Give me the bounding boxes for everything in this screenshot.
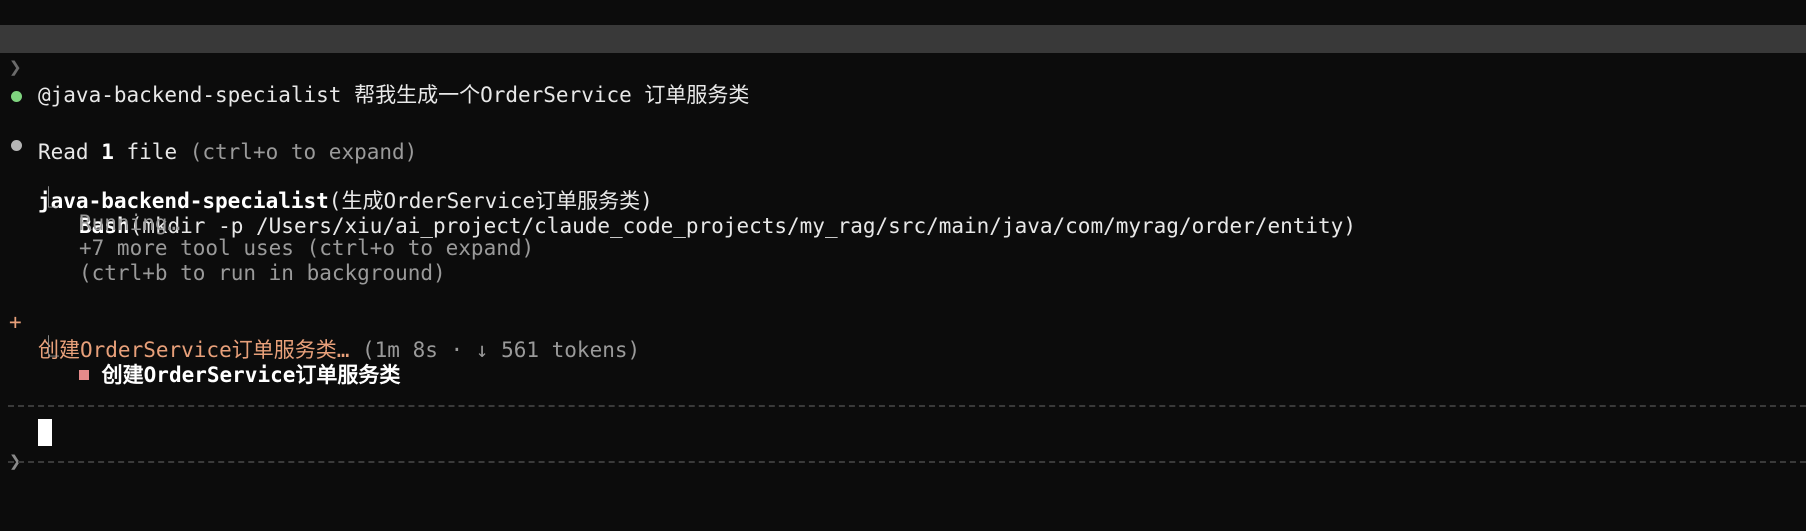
input-top-rule [8,405,1806,407]
task-title: 创建OrderService订单服务类… [38,338,350,362]
tool-call-entry: ⎿ Bash(mkdir -p /Users/xiu/ai_project/cl… [0,156,1806,238]
read-file-entry: Read 1 file (ctrl+o to expand) [0,82,1806,164]
todo-branch-icon: ⎿ [38,335,59,359]
todo-square-icon [79,369,89,380]
success-dot-icon [11,91,22,102]
tool-status: Running… [0,181,1806,235]
todo-item: ⎿ 创建OrderService订单服务类 [0,305,1806,387]
prompt-chevron-icon: ❯ [9,55,22,79]
agent-dot-icon [11,140,22,151]
user-prompt-echo: ❯ @java-backend-specialist 帮我生成一个OrderSe… [0,25,1806,107]
task-meta: (1m 8s · ↓ 561 tokens) [349,338,641,362]
more-tool-uses: +7 more tool uses (ctrl+o to expand) [0,206,1806,260]
todo-label: 创建OrderService订单服务类 [101,363,401,387]
text-cursor [38,419,52,446]
task-progress-entry: + 创建OrderService订单服务类… (1m 8s · ↓ 561 to… [0,280,1806,362]
input-bottom-rule [8,461,1806,463]
agent-call-entry: java-backend-specialist(生成OrderService订单… [0,131,1806,213]
background-hint: (ctrl+b to run in background) [0,231,1806,285]
input-line[interactable]: ❯ [0,419,1806,473]
